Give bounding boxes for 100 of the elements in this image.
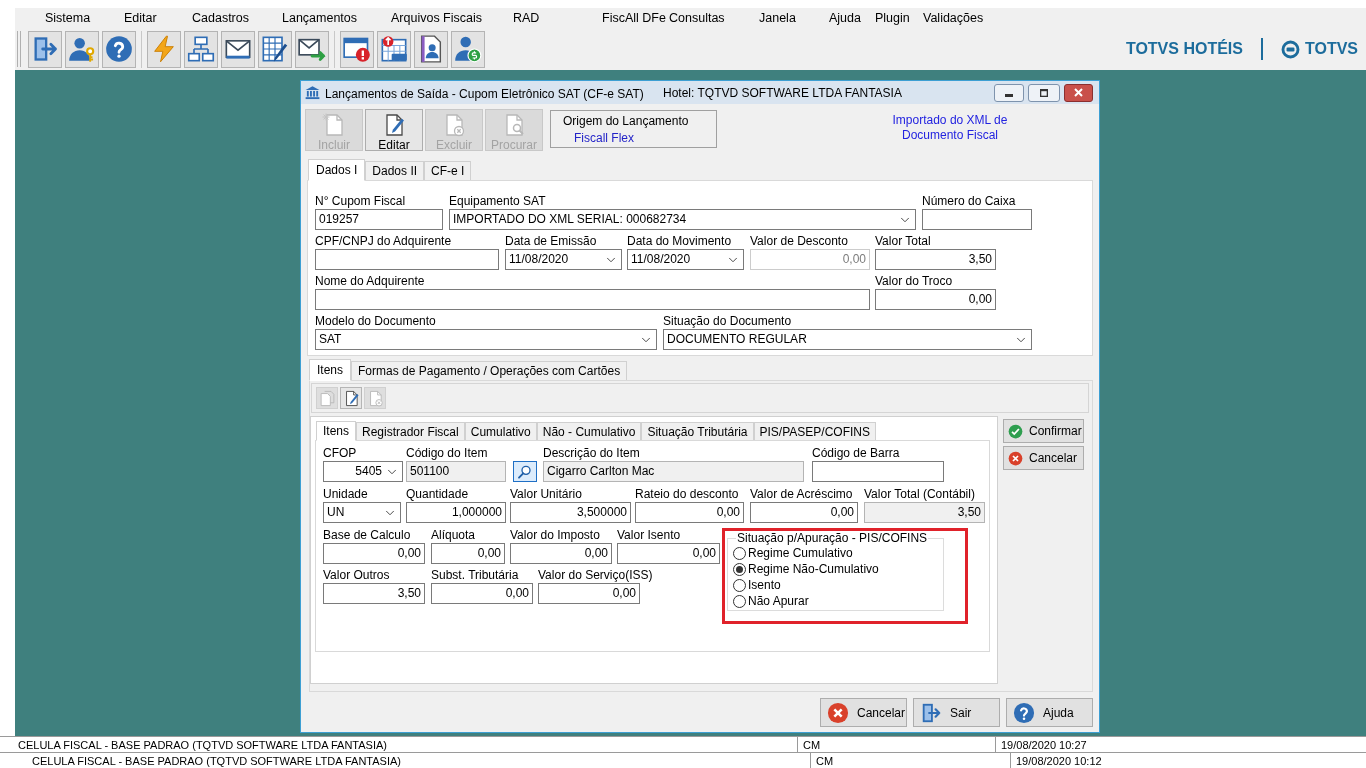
toolbar-button[interactable] <box>295 30 329 68</box>
status-text: 19/08/2020 10:12 <box>1016 753 1102 768</box>
menu-item[interactable]: RAD <box>513 8 540 28</box>
action-button[interactable]: Ajuda <box>1006 698 1093 727</box>
toolbar-button[interactable] <box>414 30 448 68</box>
tab[interactable]: Dados I <box>308 159 366 181</box>
tab[interactable]: Dados II <box>365 161 425 180</box>
tab[interactable]: PIS/PASEP/COFINS <box>753 422 876 440</box>
tab[interactable]: Itens <box>309 359 351 381</box>
toolbar-button[interactable] <box>102 30 136 68</box>
maximize-button[interactable] <box>1028 83 1060 102</box>
import-note: Importado do XML de Documento Fiscal <box>891 113 1009 143</box>
toolbar-button[interactable] <box>340 30 374 68</box>
tab[interactable]: Cumulativo <box>464 422 537 440</box>
dropdown[interactable]: SAT <box>315 329 657 350</box>
tab[interactable]: Situação Tributária <box>641 422 754 440</box>
input-field[interactable] <box>922 209 1032 230</box>
input-field[interactable]: 0,00 <box>431 543 505 564</box>
menu-item[interactable]: Sistema <box>45 8 91 28</box>
field-label: Data de Emissão <box>505 233 597 249</box>
tab[interactable]: Não - Cumulativo <box>536 422 642 440</box>
input-field[interactable]: 0,00 <box>875 289 996 310</box>
dropdown[interactable]: IMPORTADO DO XML SERIAL: 000682734 <box>449 209 916 230</box>
menu-item[interactable]: Cadastros <box>192 8 249 28</box>
close-icon <box>1074 88 1083 97</box>
tab[interactable]: Registrador Fiscal <box>356 422 465 440</box>
input-field[interactable]: 0,00 <box>323 543 425 564</box>
dropdown[interactable]: 11/08/2020 <box>505 249 622 270</box>
menu-item[interactable]: Ajuda <box>829 8 861 28</box>
menu-item[interactable]: FiscAll DFe <box>602 8 666 28</box>
close-button[interactable] <box>1064 83 1093 102</box>
input-field[interactable]: 0,00 <box>510 543 612 564</box>
action-button[interactable]: Cancelar <box>1003 446 1084 470</box>
origin-value: Fiscall Flex <box>574 131 634 146</box>
radio-button[interactable]: Regime Cumulativo <box>733 545 853 561</box>
menu-item[interactable]: Plugin <box>875 8 910 28</box>
field-label: CFOP <box>323 445 357 461</box>
input-field[interactable]: 3,50 <box>864 502 985 523</box>
field-label: Modelo do Documento <box>315 313 436 329</box>
dropdown[interactable]: 11/08/2020 <box>627 249 744 270</box>
group-title: Situação p/Apuração - PIS/COFINS <box>736 531 929 545</box>
action-button[interactable]: Sair <box>913 698 1000 727</box>
building-icon <box>305 85 320 100</box>
menu-item[interactable]: Lançamentos <box>282 8 358 28</box>
input-field[interactable]: 1,000000 <box>406 502 506 523</box>
toolbar-button[interactable] <box>184 30 218 68</box>
tab[interactable]: Itens <box>316 421 356 441</box>
tab[interactable]: Formas de Pagamento / Operações com Cartões <box>351 361 628 380</box>
input-field[interactable] <box>315 289 870 310</box>
input-field[interactable]: 3,50 <box>323 583 425 604</box>
input-field[interactable]: 3,500000 <box>510 502 631 523</box>
input-field[interactable]: 0,00 <box>617 543 720 564</box>
menu-item[interactable]: Editar <box>124 8 157 28</box>
search-button[interactable] <box>513 461 537 482</box>
field-label: Descrição do Item <box>543 445 640 461</box>
input-field[interactable] <box>315 249 499 270</box>
input-field[interactable] <box>812 461 944 482</box>
field-label: Valor de Desconto <box>750 233 848 249</box>
input-field[interactable]: 0,00 <box>538 583 640 604</box>
menu-item[interactable]: Arquivos Fiscais <box>391 8 482 28</box>
radio-button[interactable]: Isento <box>733 577 781 593</box>
field-label: Código do Item <box>406 445 488 461</box>
dropdown[interactable]: UN <box>323 502 401 523</box>
input-field[interactable]: 019257 <box>315 209 443 230</box>
input-field[interactable]: 0,00 <box>431 583 533 604</box>
field-label: Valor do Troco <box>875 273 953 289</box>
tab[interactable]: CF-e I <box>424 161 472 180</box>
minimize-button[interactable] <box>994 83 1024 102</box>
dropdown[interactable]: DOCUMENTO REGULAR <box>663 329 1032 350</box>
input-field[interactable]: Cigarro Carlton Mac <box>543 461 804 482</box>
field-label: Data do Movimento <box>627 233 732 249</box>
toolbar-button[interactable] <box>258 30 292 68</box>
field-label: Unidade <box>323 486 368 502</box>
toolbar-button[interactable] <box>451 30 485 68</box>
toolbar-button[interactable] <box>340 387 362 409</box>
field-label: Valor Outros <box>323 567 390 583</box>
toolbar-button[interactable]: Editar <box>365 109 423 151</box>
toolbar-button[interactable] <box>377 30 411 68</box>
action-button[interactable]: Cancelar <box>820 698 907 727</box>
dropdown[interactable]: 5405 <box>323 461 403 482</box>
menu-item[interactable]: Janela <box>759 8 796 28</box>
menu-item[interactable]: Consultas <box>669 8 725 28</box>
search-icon <box>517 463 533 480</box>
toolbar-button[interactable] <box>28 30 62 68</box>
action-button[interactable]: Confirmar <box>1003 419 1084 443</box>
radio-button[interactable]: Regime Não-Cumulativo <box>733 561 879 577</box>
toolbar-button[interactable] <box>65 30 99 68</box>
toolbar-button[interactable] <box>221 30 255 68</box>
field-label: Base de Calculo <box>323 527 411 543</box>
radio-button[interactable]: Não Apurar <box>733 593 809 609</box>
input-field[interactable]: 0,00 <box>750 502 858 523</box>
input-field[interactable]: 501100 <box>406 461 506 482</box>
status-text: CELULA FISCAL - BASE PADRAO (TQTVD SOFTWARE LTDA FANTASIA) <box>18 737 387 752</box>
input-field[interactable]: 3,50 <box>875 249 996 270</box>
help-icon <box>105 35 133 63</box>
user-dollar-icon <box>454 35 482 63</box>
minimize-icon <box>1005 93 1013 97</box>
input-field[interactable]: 0,00 <box>635 502 744 523</box>
table-pen-icon <box>261 35 289 63</box>
menu-item[interactable]: Validações <box>923 8 984 28</box>
